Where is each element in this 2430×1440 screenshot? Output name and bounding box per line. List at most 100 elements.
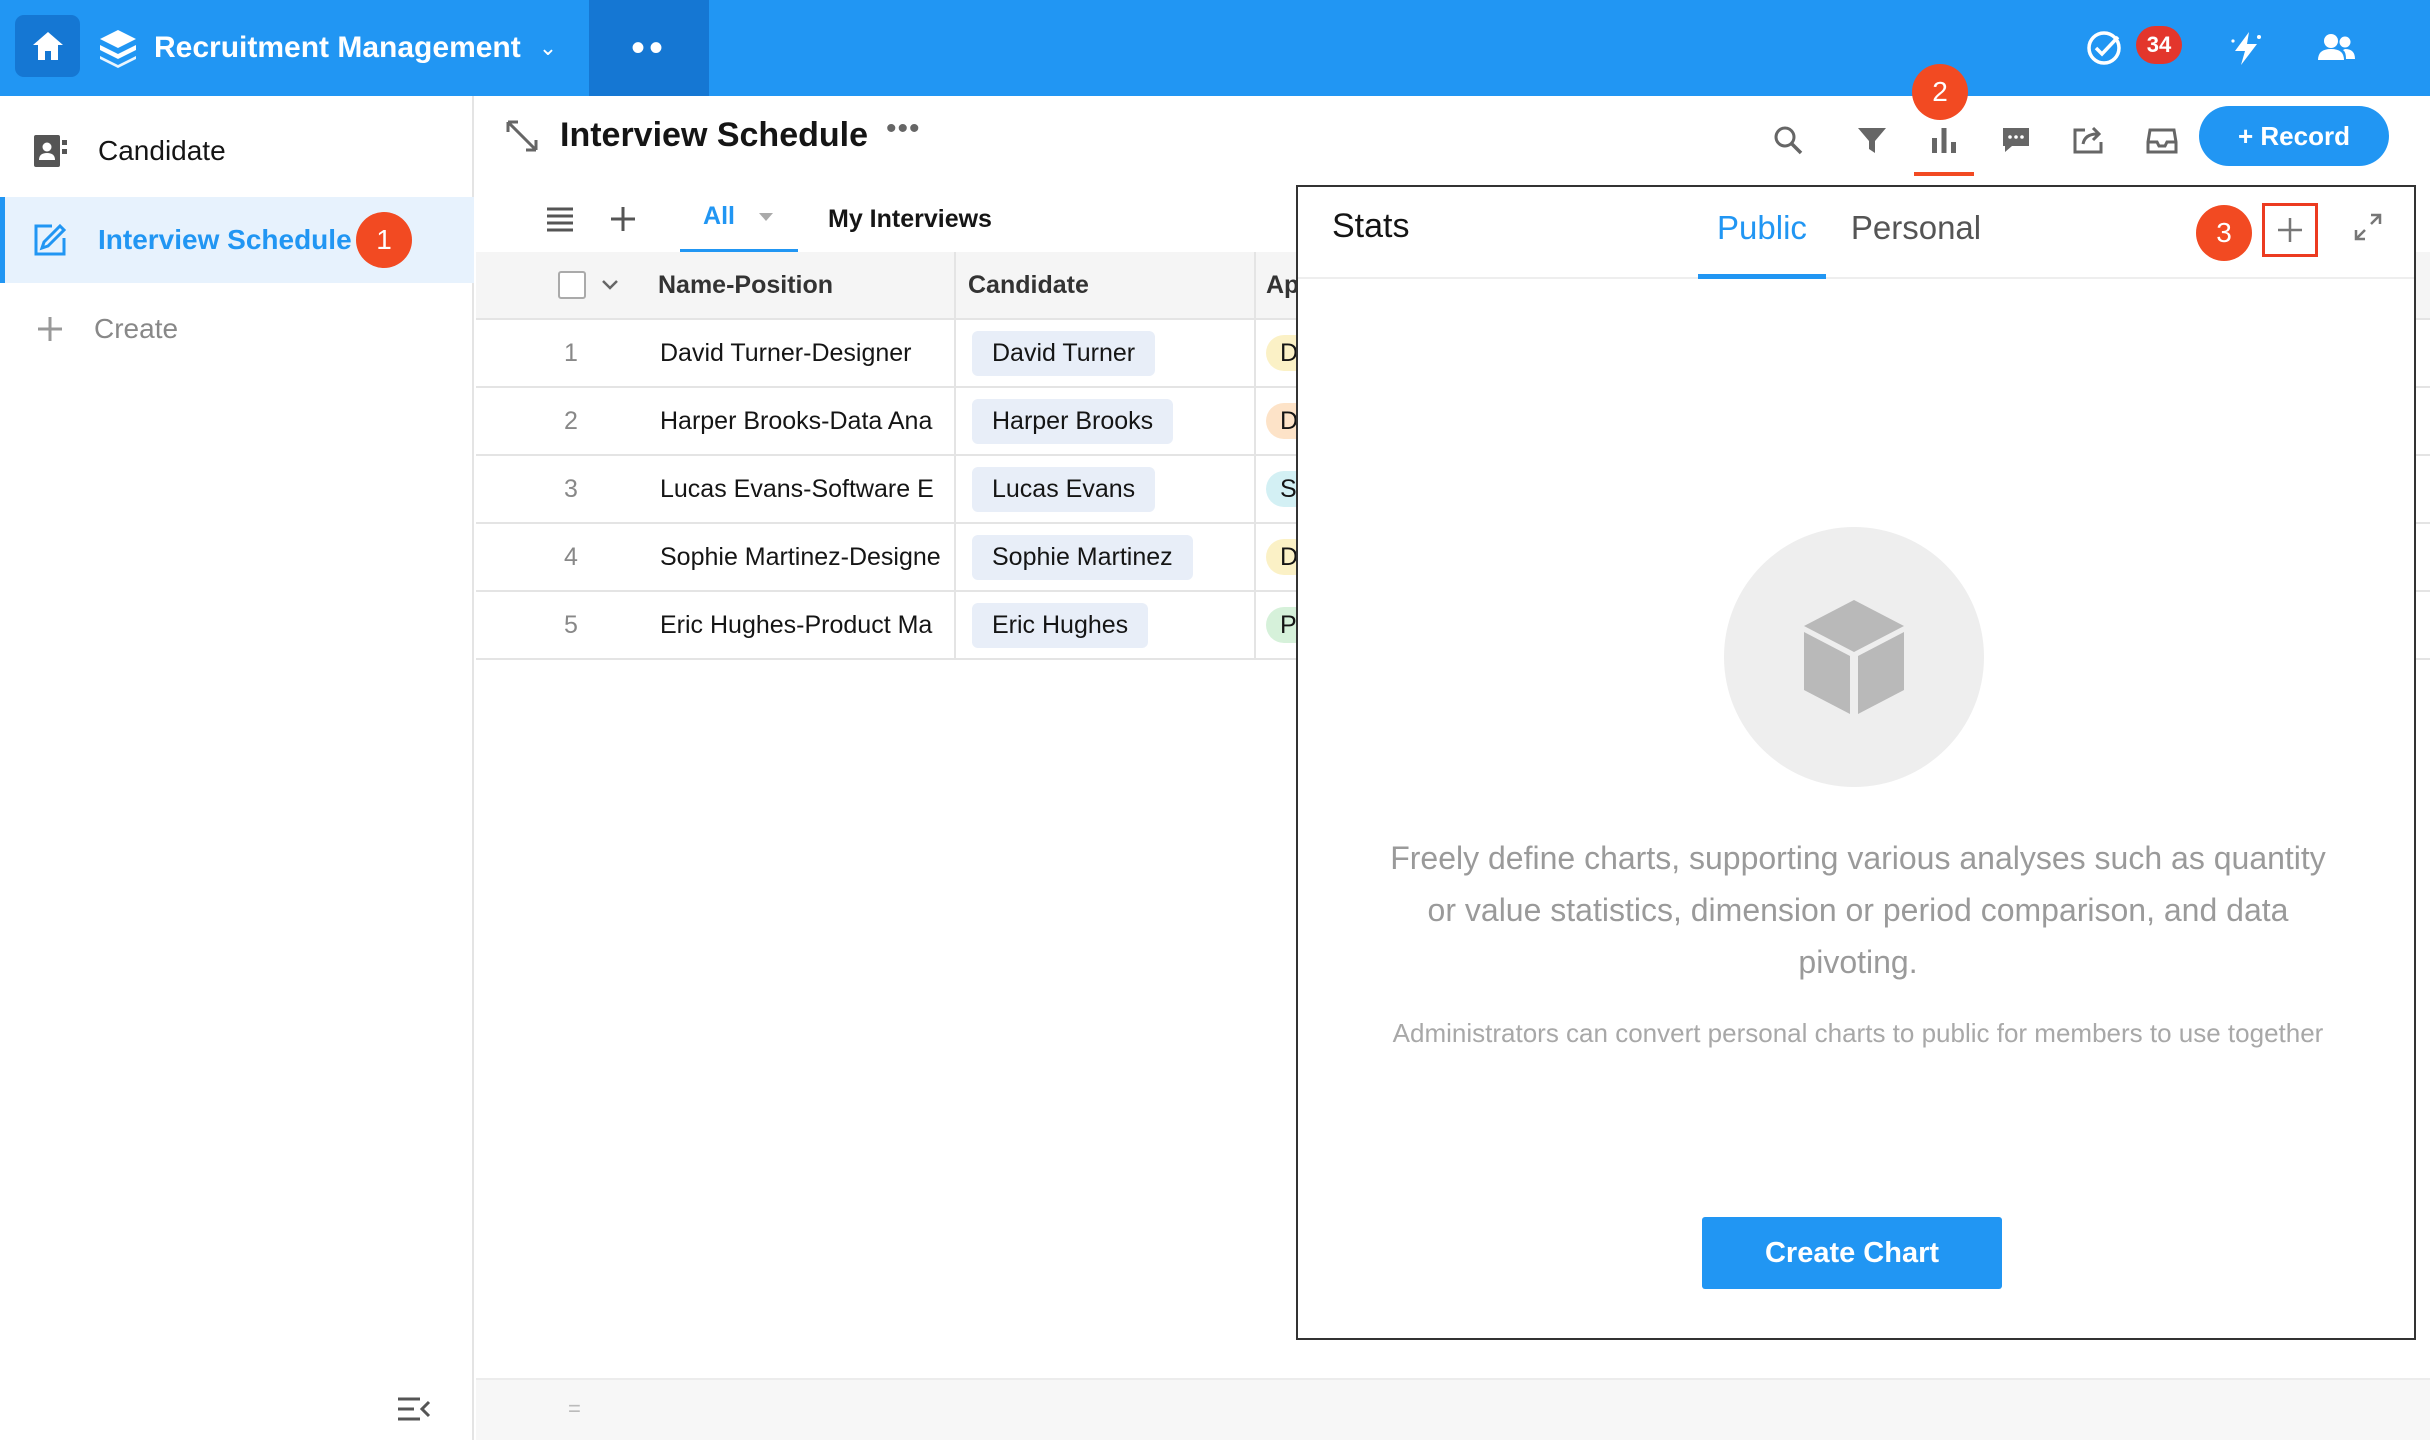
step-marker-3: 3	[2196, 205, 2252, 261]
step-marker-1: 1	[356, 212, 412, 268]
candidate-tag: Harper Brooks	[972, 398, 1174, 444]
row-number: 5	[564, 610, 578, 639]
add-chart-button[interactable]	[2262, 203, 2318, 257]
name-position-cell[interactable]: David Turner-Designer	[660, 320, 956, 386]
lightning-icon	[2231, 32, 2261, 65]
sidebar-item-label: Interview Schedule	[98, 224, 352, 255]
candidate-cell[interactable]: Eric Hughes	[958, 592, 1256, 658]
app-logo-icon	[100, 30, 136, 68]
expand-view-button[interactable]	[504, 118, 540, 159]
expand-panel-button[interactable]	[2352, 211, 2384, 248]
empty-state-illustration	[1724, 527, 1984, 787]
stats-title: Stats	[1332, 207, 1410, 245]
search-icon	[1774, 126, 1803, 155]
plus-icon	[2278, 218, 2302, 242]
row-number: 4	[564, 542, 578, 571]
sidebar-item-interview-schedule[interactable]: Interview Schedule 1	[0, 197, 474, 283]
home-button[interactable]	[15, 15, 80, 77]
status-pill: D	[1266, 335, 1298, 371]
ap-cell[interactable]: P	[1258, 592, 1298, 658]
stats-panel-header: Stats Public Personal 3	[1298, 187, 2414, 279]
active-indicator	[0, 197, 5, 283]
resize-handle[interactable]: =	[568, 1396, 581, 1422]
ap-cell[interactable]: D	[1258, 320, 1298, 386]
column-header-ap[interactable]: Ap	[1258, 252, 1298, 318]
status-pill: P	[1266, 607, 1298, 643]
todo-button[interactable]	[2080, 24, 2128, 72]
members-button[interactable]	[2312, 24, 2360, 72]
share-button[interactable]	[2066, 118, 2110, 162]
caret-down-icon	[758, 212, 773, 221]
column-header-candidate[interactable]: Candidate	[958, 252, 1256, 318]
sidebar-item-label: Candidate	[98, 135, 226, 166]
name-position-cell[interactable]: Harper Brooks-Data Ana	[660, 388, 956, 454]
step-marker-2: 2	[1912, 64, 1968, 120]
empty-state-description: Freely define charts, supporting various…	[1390, 840, 2326, 980]
view-more-button[interactable]: •••	[886, 112, 921, 146]
plus-icon	[611, 207, 635, 231]
inbox-button[interactable]	[2140, 118, 2184, 162]
sidebar: Candidate Interview Schedule 1 Create	[0, 96, 474, 1440]
stats-panel: Stats Public Personal 3 Freely define ch…	[1296, 185, 2416, 1340]
empty-state-note: Administrators can convert personal char…	[1392, 1018, 2324, 1048]
ap-cell[interactable]: D	[1258, 388, 1298, 454]
list-icon	[547, 207, 573, 232]
cube-icon	[1804, 600, 1904, 714]
comment-icon	[2003, 128, 2029, 152]
tab-my-interviews[interactable]: My Interviews	[828, 184, 992, 254]
sidebar-item-create[interactable]: Create	[0, 286, 474, 372]
tab-all[interactable]: All	[680, 184, 798, 254]
users-icon	[2318, 34, 2355, 60]
app-switcher[interactable]: Recruitment Management ⌄	[96, 0, 557, 96]
add-view-button[interactable]	[608, 204, 638, 239]
select-all-checkbox[interactable]	[558, 252, 638, 318]
discussion-button[interactable]	[1994, 118, 2038, 162]
collapse-menu-icon	[398, 1397, 431, 1421]
app-window: Recruitment Management ⌄ •• 34 Candidate…	[0, 0, 2430, 1440]
filter-button[interactable]	[1850, 118, 1894, 162]
add-record-button[interactable]: + Record	[2199, 106, 2389, 166]
plus-icon	[38, 317, 62, 341]
automation-button[interactable]	[2222, 24, 2270, 72]
page-title: Interview Schedule	[560, 116, 868, 154]
chevron-down-icon: ⌄	[538, 35, 558, 60]
collapse-sidebar-button[interactable]	[396, 1395, 432, 1428]
candidate-cell[interactable]: Harper Brooks	[958, 388, 1256, 454]
candidate-cell[interactable]: Lucas Evans	[958, 456, 1256, 522]
stats-button[interactable]: 2	[1912, 64, 1974, 176]
create-chart-button[interactable]: Create Chart	[1702, 1217, 2002, 1289]
home-icon	[32, 32, 63, 60]
name-position-cell[interactable]: Lucas Evans-Software E	[660, 456, 956, 522]
sidebar-item-candidate[interactable]: Candidate	[0, 108, 474, 194]
column-header-name-position[interactable]: Name-Position	[658, 252, 956, 318]
row-number: 2	[564, 406, 578, 435]
chevron-down-icon	[602, 280, 618, 290]
name-position-cell[interactable]: Eric Hughes-Product Ma	[660, 592, 956, 658]
status-pill: D	[1266, 539, 1298, 575]
share-icon	[2073, 126, 2103, 154]
ap-cell[interactable]: D	[1258, 524, 1298, 590]
inbox-icon	[2146, 128, 2178, 154]
name-position-cell[interactable]: Sophie Martinez-Designe	[660, 524, 956, 590]
candidate-tag: Eric Hughes	[972, 602, 1149, 648]
tab-personal[interactable]: Personal	[1846, 203, 1986, 279]
check-circle-icon	[2087, 31, 2121, 65]
filter-icon	[1858, 128, 1886, 153]
tab-label: All	[703, 202, 735, 230]
candidate-cell[interactable]: David Turner	[958, 320, 1256, 386]
top-bar: Recruitment Management ⌄ •• 34	[0, 0, 2430, 96]
candidate-tag: David Turner	[972, 330, 1156, 376]
candidate-cell[interactable]: Sophie Martinez	[958, 524, 1256, 590]
search-button[interactable]	[1766, 118, 1810, 162]
more-apps-button[interactable]: ••	[589, 0, 709, 96]
contact-card-icon	[34, 135, 67, 167]
edit-icon	[34, 223, 67, 256]
notification-badge: 34	[2136, 26, 2182, 64]
bottom-bar: =	[476, 1378, 2430, 1440]
view-list-button[interactable]	[544, 204, 576, 239]
tab-public[interactable]: Public	[1698, 203, 1826, 279]
ap-cell[interactable]: S	[1258, 456, 1298, 522]
row-number: 3	[564, 474, 578, 503]
status-pill: D	[1266, 403, 1298, 439]
app-name: Recruitment Management	[154, 31, 521, 64]
